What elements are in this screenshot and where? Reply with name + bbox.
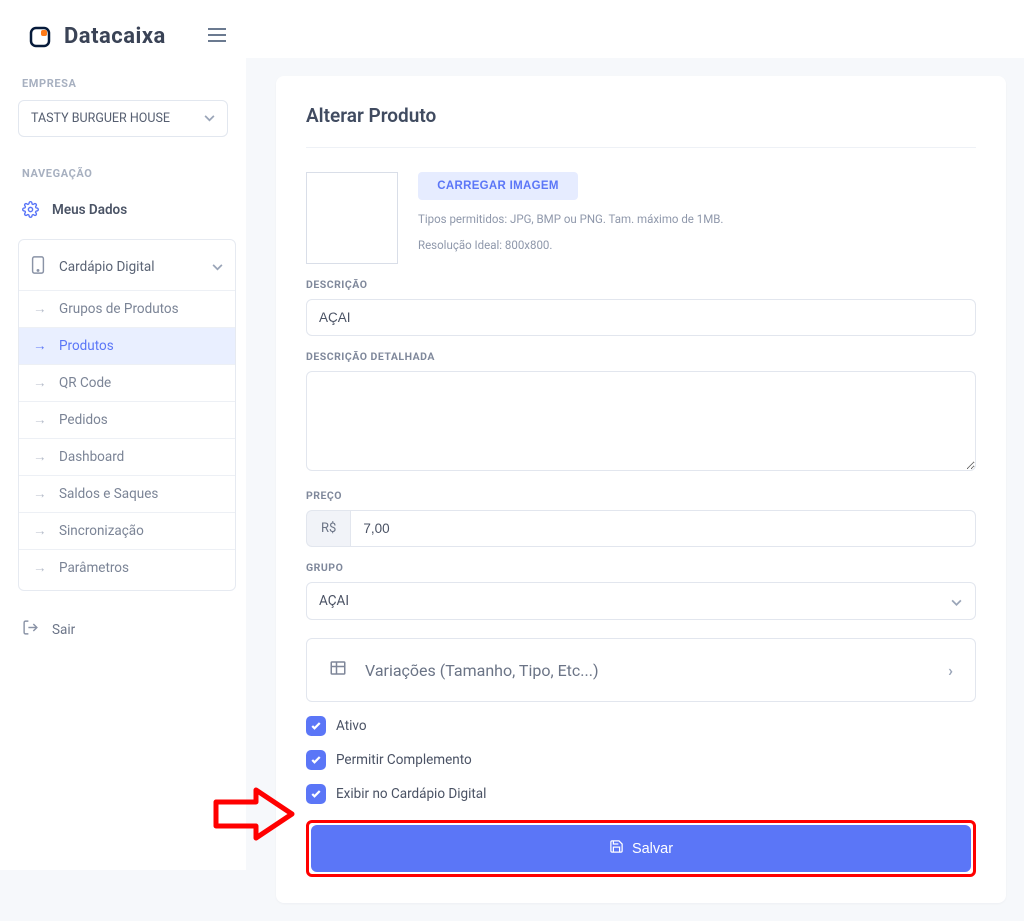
arrow-right-icon: → [33, 301, 47, 317]
checkbox-exibir-label: Exibir no Cardápio Digital [336, 786, 486, 802]
main: Alterar Produto CARREGAR IMAGEM Tipos pe… [246, 0, 1024, 870]
grupo-label: GRUPO [306, 561, 976, 574]
sidebar-item-qrcode[interactable]: → QR Code [19, 364, 235, 401]
page-title: Alterar Produto [306, 104, 976, 148]
phone-icon [31, 256, 49, 278]
chevron-down-icon [212, 259, 223, 275]
preco-input[interactable] [350, 510, 976, 547]
sidebar-item-label: QR Code [59, 375, 111, 391]
sidebar-item-dashboard[interactable]: → Dashboard [19, 438, 235, 475]
sidebar: Datacaixa EMPRESA TASTY BURGUER HOUSE NA… [0, 0, 246, 870]
checkbox-permitir-row[interactable]: Permitir Complemento [306, 750, 976, 770]
sidebar-item-label: Grupos de Produtos [59, 301, 179, 317]
descricao-input[interactable] [306, 299, 976, 336]
table-icon [329, 659, 347, 681]
arrow-right-icon: → [33, 375, 47, 391]
image-placeholder[interactable] [306, 172, 398, 264]
save-icon [609, 839, 624, 858]
checkbox-ativo-row[interactable]: Ativo [306, 716, 976, 736]
checkbox-ativo-label: Ativo [336, 718, 367, 734]
save-button[interactable]: Salvar [311, 825, 971, 872]
sidebar-item-label: Dashboard [59, 449, 124, 465]
topbar [246, 0, 1024, 58]
arrow-right-icon: → [33, 412, 47, 428]
brand: Datacaixa [0, 0, 246, 69]
logout-icon [22, 619, 40, 640]
product-card: Alterar Produto CARREGAR IMAGEM Tipos pe… [276, 76, 1006, 903]
nav-cardapio-label: Cardápio Digital [59, 259, 155, 275]
nav-sair-label: Sair [52, 622, 75, 638]
upload-hint-resolution: Resolução Ideal: 800x800. [418, 238, 723, 252]
arrow-right-icon: → [33, 449, 47, 465]
navegacao-label: NAVEGAÇÃO [0, 159, 246, 190]
descricao-label: DESCRIÇÃO [306, 278, 976, 291]
brand-logo-icon [28, 25, 52, 49]
checkbox-permitir[interactable] [306, 750, 326, 770]
sidebar-item-pedidos[interactable]: → Pedidos [19, 401, 235, 438]
save-highlight-annotation: Salvar [306, 820, 976, 877]
upload-image-button[interactable]: CARREGAR IMAGEM [418, 172, 578, 200]
variations-label: Variações (Tamanho, Tipo, Etc...) [365, 661, 599, 680]
gear-icon [22, 201, 40, 218]
empresa-label: EMPRESA [0, 69, 246, 100]
chevron-down-icon [204, 111, 215, 126]
sidebar-item-label: Pedidos [59, 412, 108, 428]
sidebar-item-sincronizacao[interactable]: → Sincronização [19, 512, 235, 549]
arrow-right-icon: → [33, 523, 47, 539]
sidebar-item-label: Sincronização [59, 523, 144, 539]
nav-meus-dados[interactable]: Meus Dados [0, 190, 246, 229]
nav-group-cardapio: Cardápio Digital → Grupos de Produtos → Pr… [18, 239, 236, 591]
arrow-right-icon: → [33, 486, 47, 502]
nav-cardapio-header[interactable]: Cardápio Digital [19, 244, 235, 290]
sidebar-item-saldos[interactable]: → Saldos e Saques [19, 475, 235, 512]
descricao-detalhada-label: DESCRIÇÃO DETALHADA [306, 350, 976, 363]
sidebar-item-label: Parâmetros [59, 560, 129, 576]
sidebar-item-label: Saldos e Saques [59, 486, 158, 502]
save-button-label: Salvar [632, 841, 673, 857]
checkbox-exibir-row[interactable]: Exibir no Cardápio Digital [306, 784, 976, 804]
preco-label: PREÇO [306, 489, 976, 502]
menu-toggle-icon[interactable] [208, 27, 226, 46]
company-selected-value: TASTY BURGUER HOUSE [31, 111, 170, 126]
sidebar-item-grupos[interactable]: → Grupos de Produtos [19, 290, 235, 327]
arrow-right-icon: → [33, 338, 47, 354]
grupo-select[interactable]: AÇAI [306, 582, 976, 620]
nav-sair[interactable]: Sair [0, 605, 246, 654]
nav-meus-dados-label: Meus Dados [52, 202, 127, 218]
preco-prefix: R$ [306, 510, 350, 547]
brand-name: Datacaixa [64, 24, 166, 49]
checkbox-permitir-label: Permitir Complemento [336, 752, 472, 768]
sidebar-item-parametros[interactable]: → Parâmetros [19, 549, 235, 586]
arrow-right-icon: → [33, 560, 47, 576]
upload-hint-types: Tipos permitidos: JPG, BMP ou PNG. Tam. … [418, 212, 723, 226]
descricao-detalhada-textarea[interactable] [306, 371, 976, 471]
variations-accordion[interactable]: Variações (Tamanho, Tipo, Etc...) › [306, 638, 976, 702]
chevron-right-icon: › [948, 661, 953, 680]
checkbox-ativo[interactable] [306, 716, 326, 736]
company-select[interactable]: TASTY BURGUER HOUSE [18, 100, 228, 137]
checkbox-exibir[interactable] [306, 784, 326, 804]
sidebar-item-produtos[interactable]: → Produtos [19, 327, 235, 364]
sidebar-item-label: Produtos [59, 338, 114, 354]
